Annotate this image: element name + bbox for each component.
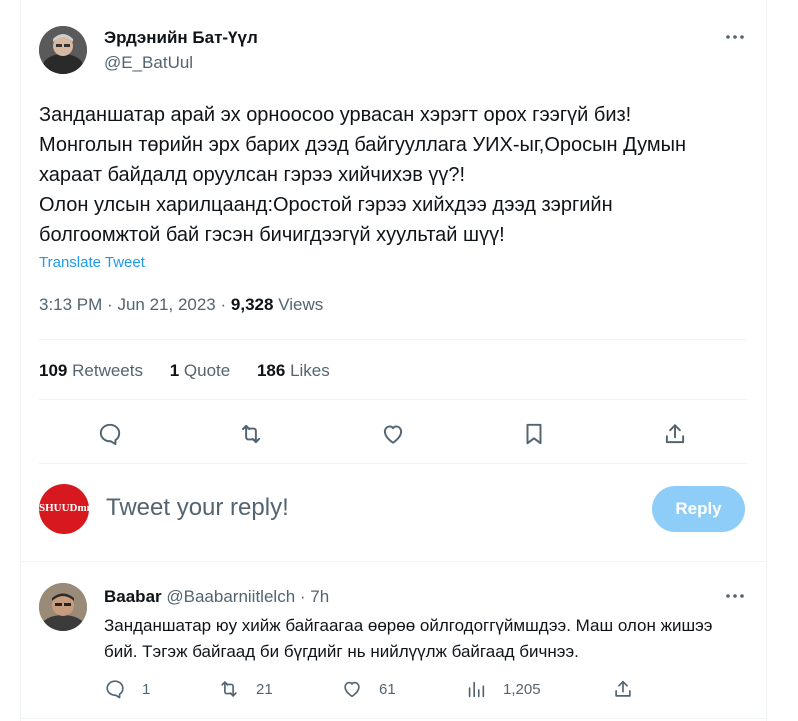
reply-view-count: 1,205	[503, 680, 541, 698]
retweets-label: Retweets	[72, 361, 143, 380]
tweet-text-line: Занданшатар арай эх орноосоо урвасан хэр…	[39, 104, 632, 126]
author-avatar-image	[39, 26, 87, 74]
share-icon	[615, 680, 631, 697]
reply-header: Baabar @Baabarniitlelch · 7h	[104, 587, 329, 607]
retweets-count: 109	[39, 361, 68, 380]
tweet-date[interactable]: Jun 21, 2023	[117, 295, 215, 314]
tweet-stats: 109 Retweets 1 Quote 186 Likes	[39, 361, 352, 381]
likes-count: 186	[256, 361, 286, 380]
meta-separator: ·	[220, 295, 227, 314]
composer-avatar-logo: SHUUDmn	[39, 502, 89, 514]
reply-author-avatar-image	[39, 583, 87, 631]
section-divider	[20, 561, 767, 562]
reply-author-handle[interactable]: @Baabarniitlelch	[166, 587, 295, 606]
likes-stat[interactable]: 186 Likes	[257, 361, 330, 380]
quotes-stat[interactable]: 1 Quote	[170, 361, 231, 380]
tweet-text-line: Олон улсын харилцаанд:Оростой гэрээ хийх…	[39, 194, 613, 216]
reply-views-action[interactable]: 1,205	[465, 678, 541, 700]
retweets-stat[interactable]: 109 Retweets	[39, 361, 143, 380]
meta-separator: ·	[107, 295, 113, 314]
author-avatar[interactable]	[39, 26, 87, 74]
more-icon[interactable]	[724, 585, 746, 607]
reply-button[interactable]: Reply	[652, 486, 745, 532]
divider	[39, 463, 747, 464]
tweet-time[interactable]: 3:13 PM	[39, 295, 102, 314]
divider	[39, 399, 747, 400]
views-label: Views	[278, 295, 324, 314]
reply-like-count: 61	[379, 680, 396, 698]
reply-retweet-action[interactable]: 21	[218, 678, 273, 700]
heart-icon[interactable]	[380, 421, 406, 447]
reply-input[interactable]: Tweet your reply!	[106, 494, 289, 522]
reply-author-name[interactable]: Baabar	[104, 587, 162, 606]
reply-icon	[106, 680, 124, 699]
translate-tweet-link[interactable]: Translate Tweet	[39, 254, 145, 271]
retweet-icon[interactable]	[238, 421, 264, 447]
heart-icon	[344, 681, 360, 698]
more-icon[interactable]	[724, 26, 746, 48]
author-handle[interactable]: @E_BatUul	[104, 53, 193, 73]
quotes-label: Quote	[183, 361, 231, 380]
tweet-meta: 3:13 PM · Jun 21, 2023 · 9,328 Views	[39, 295, 323, 315]
tweet-text-line: хараат байдалд оруулсан гэрээ хийчихэв ү…	[39, 164, 466, 186]
reply-like-action[interactable]: 61	[341, 678, 396, 700]
likes-label: Likes	[290, 361, 330, 380]
reply-age[interactable]: 7h	[310, 587, 329, 606]
views-count: 9,328	[230, 295, 274, 314]
reply-text: Занданшатар юу хийж байгаагаа өөрөө ойлг…	[104, 616, 713, 661]
reply-reply-action[interactable]: 1	[104, 678, 150, 700]
share-icon[interactable]	[662, 421, 688, 447]
tweet-text-line: болгоомжтой бай гэсэн бичигдээгүй хуульт…	[39, 224, 505, 246]
retweet-icon	[221, 681, 237, 697]
divider	[20, 718, 767, 719]
views-chart-icon	[468, 681, 485, 698]
tweet-text: Занданшатар арай эх орноосоо урвасан хэр…	[39, 100, 739, 250]
reply-retweet-count: 21	[256, 680, 273, 698]
author-name[interactable]: Эрдэнийн Бат-Үүл	[104, 28, 258, 48]
quotes-count: 1	[169, 361, 180, 380]
tweet-text-line: Монголын төрийн эрх барих дээд байгуулла…	[39, 134, 687, 156]
reply-separator: ·	[299, 587, 306, 606]
reply-icon[interactable]	[97, 421, 123, 447]
reply-share-action[interactable]	[612, 678, 634, 700]
composer-avatar[interactable]: SHUUDmn	[39, 484, 89, 534]
reply-author-avatar[interactable]	[39, 583, 87, 631]
divider	[39, 339, 747, 340]
reply-reply-count: 1	[142, 680, 151, 698]
bookmark-icon[interactable]	[521, 421, 547, 447]
